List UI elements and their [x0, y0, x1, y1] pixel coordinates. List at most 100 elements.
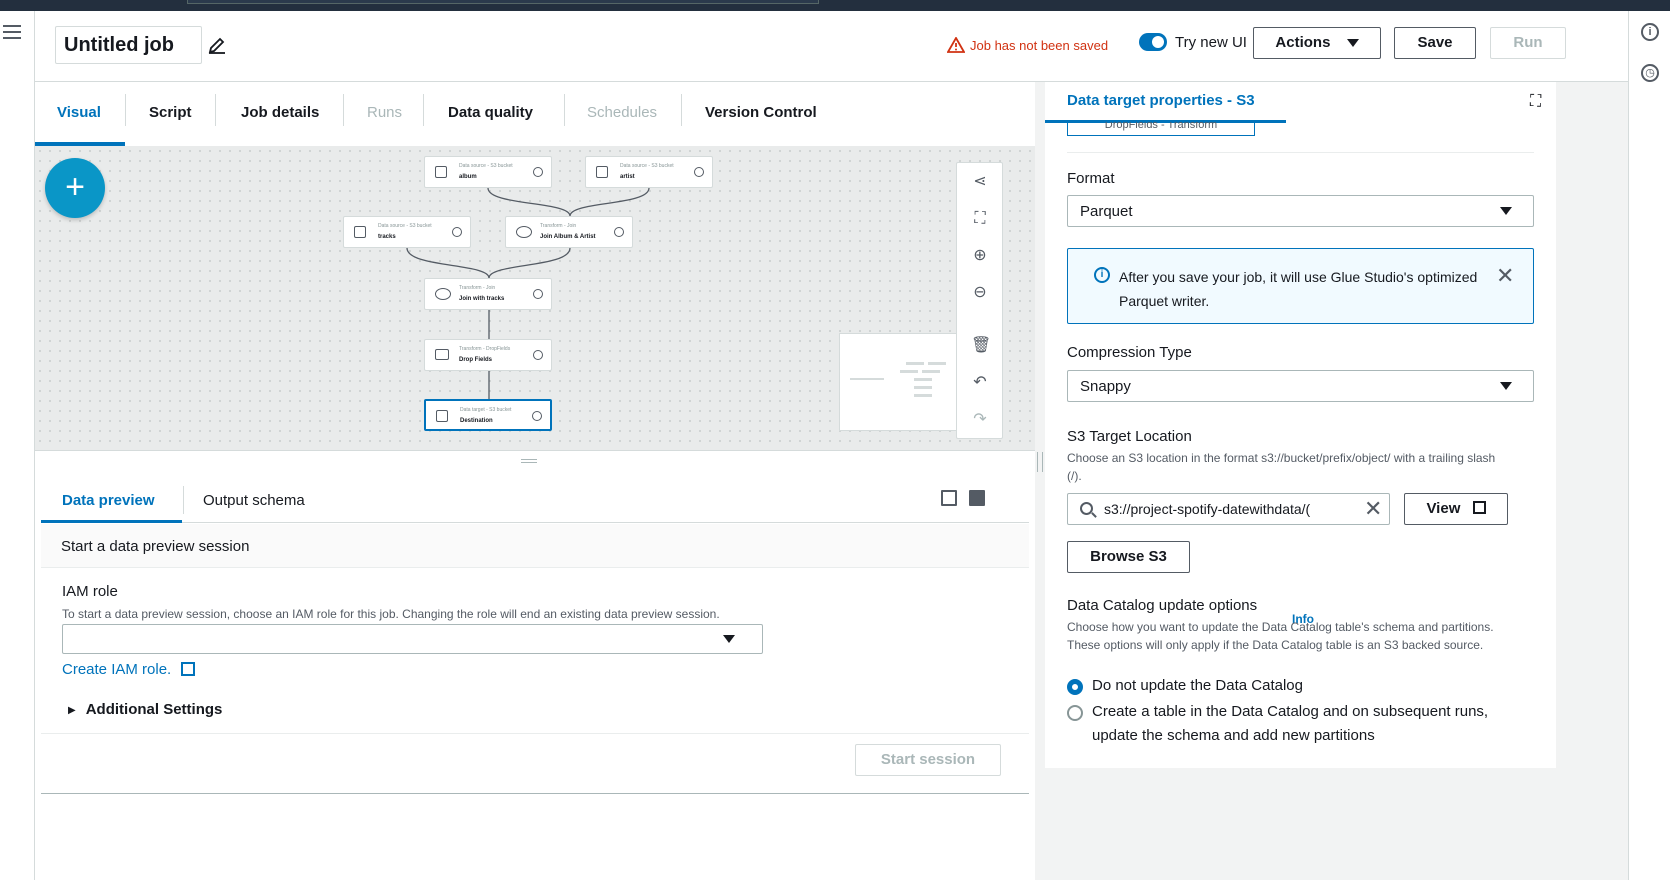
graph-node-join-tracks[interactable]: Transform - Join Join with tracks [424, 278, 552, 310]
trash-icon[interactable]: 🗑 [971, 337, 991, 355]
external-link-icon [1472, 501, 1486, 514]
graph-node-drop-fields[interactable]: Transform - DropFields Drop Fields [424, 339, 552, 371]
radio-create-table[interactable] [1067, 705, 1083, 721]
caret-down-icon [1346, 39, 1359, 48]
s3-location-input[interactable]: s3://project-spotify-datewithdata/( ✕ [1067, 493, 1390, 525]
panel-collapse-icon[interactable] [941, 490, 957, 506]
info-icon: i [1094, 267, 1110, 283]
node-settings-icon[interactable] [533, 350, 543, 360]
clock-icon[interactable]: ◷ [1641, 64, 1659, 82]
browse-s3-button[interactable]: Browse S3 [1067, 541, 1190, 573]
tab-runs[interactable]: Runs [367, 104, 402, 121]
left-rail [0, 11, 35, 880]
iam-role-description: To start a data preview session, choose … [62, 607, 720, 621]
node-settings-icon[interactable] [533, 167, 543, 177]
graph-node-artist[interactable]: Data source - S3 bucket artist [585, 156, 713, 188]
redo-icon[interactable]: ↷ [971, 411, 989, 429]
node-name: album [459, 174, 477, 180]
pencil-icon[interactable] [207, 35, 227, 55]
warning-icon [947, 37, 965, 53]
create-iam-role-text: Create IAM role. [62, 661, 172, 678]
job-name-input[interactable]: Untitled job [55, 26, 202, 64]
node-settings-icon[interactable] [452, 227, 462, 237]
s3-bucket-icon [436, 410, 448, 422]
compression-select[interactable]: Snappy [1067, 370, 1534, 402]
menu-icon[interactable] [3, 25, 21, 39]
share-icon[interactable]: ⋖ [971, 173, 989, 191]
node-type: Data source - S3 bucket [620, 163, 674, 169]
table-icon [435, 349, 449, 360]
panel-title[interactable]: Data target properties - S3 [1067, 92, 1255, 109]
panel-splitter[interactable] [35, 450, 1035, 472]
save-button[interactable]: Save [1394, 27, 1476, 59]
node-settings-icon[interactable] [533, 289, 543, 299]
format-select[interactable]: Parquet [1067, 195, 1534, 227]
start-session-button[interactable]: Start session [855, 744, 1001, 776]
graph-node-tracks[interactable]: Data source - S3 bucket tracks [343, 216, 471, 248]
job-header: Untitled job Job has not been saved Try … [35, 11, 1628, 82]
radio-create-table-label[interactable]: Create a table in the Data Catalog and o… [1092, 700, 1532, 748]
visual-canvas[interactable]: + Data source - S3 bucket album Data sou… [35, 146, 1035, 450]
node-settings-icon[interactable] [614, 227, 624, 237]
node-settings-icon[interactable] [532, 411, 542, 421]
search-icon [1080, 502, 1093, 515]
format-label: Format [1067, 170, 1115, 187]
additional-settings-toggle[interactable]: Additional Settings [68, 701, 223, 718]
node-name: Drop Fields [459, 357, 493, 363]
run-button[interactable]: Run [1490, 27, 1566, 59]
s3-bucket-icon [354, 226, 366, 238]
parent-node-chip[interactable]: DropFields - Transform [1067, 122, 1255, 136]
node-name: Join with tracks [459, 296, 505, 302]
catalog-label: Data Catalog update options [1067, 597, 1258, 614]
node-settings-icon[interactable] [694, 167, 704, 177]
radio-do-not-update[interactable] [1067, 679, 1083, 695]
iam-role-select[interactable] [62, 624, 763, 654]
create-iam-role-link[interactable]: Create IAM role. [62, 661, 196, 678]
undo-icon[interactable]: ↶ [971, 374, 989, 392]
zoom-in-icon[interactable]: ⊕ [971, 247, 989, 265]
tab-version-control[interactable]: Version Control [705, 104, 817, 121]
vertical-splitter[interactable] [1037, 452, 1043, 472]
tab-job-details[interactable]: Job details [241, 104, 319, 121]
node-type: Transform - Join [459, 285, 496, 291]
tab-script[interactable]: Script [149, 104, 192, 121]
graph-node-album[interactable]: Data source - S3 bucket album [424, 156, 552, 188]
fit-view-icon[interactable]: ⛶ [971, 210, 989, 228]
s3-bucket-icon [435, 166, 447, 178]
canvas-controls: ⋖ ⛶ ⊕ ⊖ 🗑 ↶ ↷ [956, 162, 1003, 439]
catalog-description: Choose how you want to update the Data C… [1067, 620, 1494, 652]
drag-handle-icon[interactable] [521, 459, 537, 463]
tab-data-quality[interactable]: Data quality [448, 104, 533, 121]
graph-node-destination[interactable]: Data target - S3 bucket Destination [424, 399, 552, 431]
session-heading: Start a data preview session [61, 538, 250, 555]
try-new-ui-toggle[interactable] [1139, 33, 1167, 51]
close-icon[interactable]: ✕ [1496, 263, 1514, 289]
try-new-ui-label: Try new UI [1175, 34, 1247, 51]
tab-schedules[interactable]: Schedules [587, 104, 657, 121]
graph-node-join-album-artist[interactable]: Transform - Join Join Album & Artist [505, 216, 633, 248]
actions-label: Actions [1275, 34, 1331, 51]
caret-down-icon [1500, 207, 1512, 215]
panel-maximize-icon[interactable] [969, 490, 985, 506]
address-bar[interactable] [187, 0, 819, 4]
clear-icon[interactable]: ✕ [1364, 496, 1382, 522]
browser-strip [0, 0, 1670, 11]
info-icon[interactable]: i [1641, 23, 1659, 41]
radio-do-not-update-label[interactable]: Do not update the Data Catalog [1092, 674, 1532, 698]
zoom-out-icon[interactable]: ⊖ [971, 284, 989, 302]
canvas-minimap[interactable] [839, 333, 957, 431]
expand-icon[interactable]: ⛶ [1530, 94, 1546, 110]
node-type: Transform - Join [540, 223, 577, 229]
actions-button[interactable]: Actions [1253, 27, 1381, 59]
external-link-icon [181, 662, 196, 676]
format-value: Parquet [1080, 203, 1133, 220]
data-target-properties-panel: Data target properties - S3 ⛶ DropFields… [1045, 82, 1556, 768]
join-icon [516, 226, 532, 238]
add-node-button[interactable]: + [45, 158, 105, 218]
tab-visual[interactable]: Visual [57, 104, 101, 121]
tab-data-preview[interactable]: Data preview [62, 492, 155, 509]
view-button[interactable]: View [1404, 493, 1508, 525]
tab-output-schema[interactable]: Output schema [203, 492, 305, 509]
node-name: tracks [378, 234, 396, 240]
additional-settings-text: Additional Settings [85, 701, 223, 718]
